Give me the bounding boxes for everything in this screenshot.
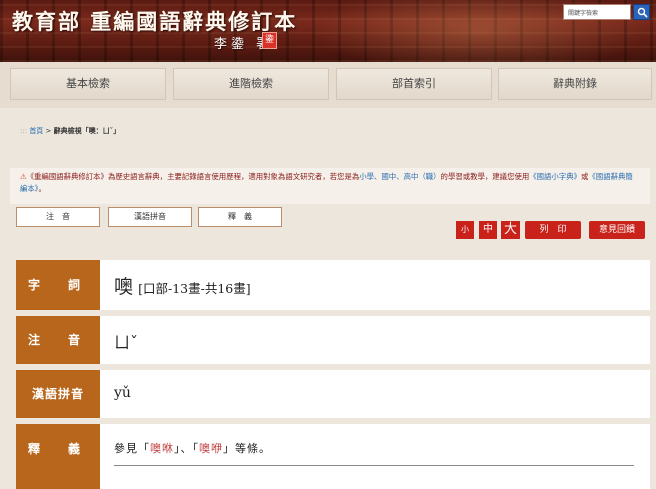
notice-end: 。 — [38, 184, 46, 193]
font-size-small-button[interactable]: 小 — [456, 221, 474, 239]
nav-radical-index[interactable]: 部首索引 — [336, 68, 492, 100]
def-prefix: 參見「 — [114, 442, 150, 455]
site-title[interactable]: 教育部 重編國語辭典修訂本 — [12, 6, 297, 36]
feedback-button[interactable]: 意見回饋 — [589, 221, 645, 239]
content-panel: ::: 首頁 > 辭典檢視「噢：ㄩˇ」 ⚠《重編國語辭典修訂本》為歷史語言辭典，… — [10, 114, 652, 489]
label-zhuyin: 注 音 — [16, 316, 100, 364]
search-button[interactable] — [633, 4, 650, 20]
definition-divider — [114, 465, 634, 466]
breadcrumb-current: 辭典檢視「噢：ㄩˇ」 — [53, 127, 121, 135]
def-suffix: 」等條。 — [223, 442, 271, 455]
notice-school-text: 小學、國中、高中（職） — [359, 172, 441, 181]
tab-pinyin[interactable]: 漢語拼音 — [108, 207, 192, 227]
def-link-2[interactable]: 噢咿 — [199, 442, 223, 455]
radical-info: [口部-13畫-共16畫] — [138, 281, 251, 296]
nav-appendix[interactable]: 辭典附錄 — [498, 68, 652, 100]
nav-advanced-search[interactable]: 進階檢索 — [173, 68, 329, 100]
site-header: 教育部 重編國語辭典修訂本 李鍌 署 鍌 關鍵字檢索 — [0, 0, 656, 62]
def-link-1[interactable]: 噢咻 — [150, 442, 174, 455]
tab-zhuyin[interactable]: 注 音 — [16, 207, 100, 227]
breadcrumb-home-link[interactable]: 首頁 — [29, 127, 43, 135]
font-size-large-button[interactable]: 大 — [501, 221, 520, 239]
search-icon — [637, 7, 648, 18]
word-value: 噢 [口部-13畫-共16畫] — [114, 272, 251, 299]
def-mid: 」、「 — [174, 442, 199, 455]
label-definition: 釋 義 — [16, 424, 100, 489]
usage-notice: ⚠《重編國語辭典修訂本》為歷史語言辭典，主要記錄語言使用歷程，適用對象為語文研究… — [10, 168, 650, 204]
warning-icon: ⚠ — [20, 172, 27, 181]
notice-text-1: 《重編國語辭典修訂本》為歷史語言辭典，主要記錄語言使用歷程，適用對象為語文研究者… — [26, 172, 360, 181]
font-size-medium-button[interactable]: 中 — [479, 221, 497, 239]
notice-text-2: 的學習或教學，建議您使用 — [440, 172, 530, 181]
main-nav: 基本檢索 進階檢索 部首索引 辭典附錄 — [0, 62, 656, 108]
breadcrumb-separator: > — [45, 127, 52, 135]
tab-definition[interactable]: 釋 義 — [198, 207, 282, 227]
red-seal-icon: 鍌 — [262, 32, 277, 49]
print-button[interactable]: 列 印 — [525, 221, 581, 239]
label-pinyin: 漢語拼音 — [16, 370, 100, 418]
definition-text: 參見「噢咻」、「噢咿」等條。 — [114, 440, 271, 456]
link-concise-dictionary[interactable]: 《國語小字典》 — [529, 172, 581, 181]
search-input[interactable]: 關鍵字檢索 — [563, 4, 631, 20]
label-word: 字 詞 — [16, 260, 100, 310]
entry-row-pinyin: 漢語拼音 yǔ — [16, 370, 650, 418]
entry-row-word: 字 詞 噢 [口部-13畫-共16畫] — [16, 260, 650, 310]
headword: 噢 — [114, 276, 134, 298]
breadcrumb-prefix: ::: — [20, 127, 28, 135]
breadcrumb: ::: 首頁 > 辭典檢視「噢：ㄩˇ」 — [20, 126, 120, 136]
zhuyin-value: ㄩˇ — [114, 333, 139, 352]
entry-row-zhuyin: 注 音 ㄩˇ — [16, 316, 650, 364]
nav-basic-search[interactable]: 基本檢索 — [10, 68, 166, 100]
pinyin-value: yǔ — [114, 385, 131, 401]
entry-row-definition: 釋 義 參見「噢咻」、「噢咿」等條。 — [16, 424, 650, 489]
